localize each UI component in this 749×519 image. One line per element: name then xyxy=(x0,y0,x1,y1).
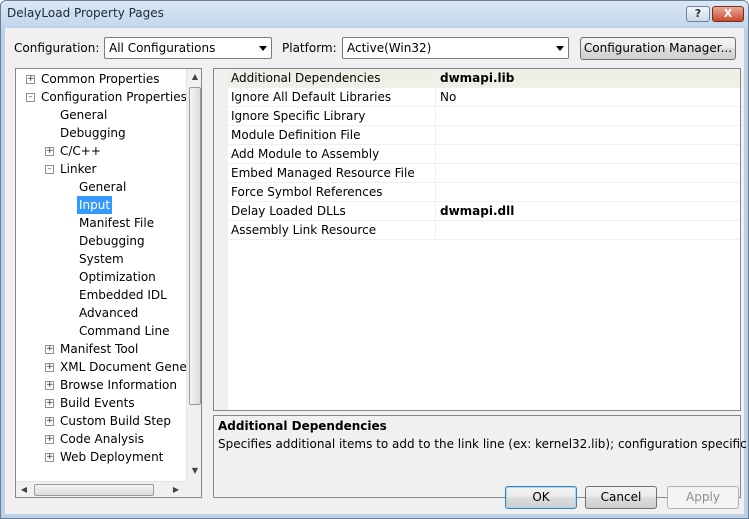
column-divider xyxy=(435,164,436,183)
grid-gutter xyxy=(214,69,228,410)
property-tree[interactable]: + Common Properties - Configuration Propert… xyxy=(15,68,202,498)
close-button[interactable]: X xyxy=(712,6,744,22)
tree-item-label: Browse Information xyxy=(60,378,177,392)
column-divider xyxy=(435,69,436,88)
tree-item-label: Web Deployment xyxy=(60,450,164,464)
property-row[interactable]: Assembly Link Resource xyxy=(228,221,740,240)
column-divider xyxy=(435,126,436,145)
expand-icon[interactable]: + xyxy=(45,381,54,390)
expand-icon[interactable]: + xyxy=(45,363,54,372)
property-name: Force Symbol References xyxy=(231,185,383,199)
property-row[interactable]: Additional Dependencies dwmapi.lib xyxy=(228,69,740,88)
scroll-corner xyxy=(186,481,201,497)
column-divider xyxy=(435,88,436,107)
apply-button[interactable]: Apply xyxy=(667,486,739,509)
tree-item-label: General xyxy=(79,180,127,194)
description-title: Additional Dependencies xyxy=(218,419,387,433)
tree-item-label: XML Document Genera xyxy=(60,360,200,374)
tree-item-label: Input xyxy=(77,196,113,214)
property-name: Add Module to Assembly xyxy=(231,147,380,161)
scroll-up-icon[interactable]: ▲ xyxy=(187,69,201,85)
expand-icon[interactable]: + xyxy=(45,417,54,426)
scroll-left-icon[interactable]: ◀ xyxy=(16,482,32,497)
chevron-down-icon xyxy=(259,46,267,51)
property-row[interactable]: Ignore Specific Library xyxy=(228,107,740,126)
property-grid[interactable]: Additional Dependencies dwmapi.lib Ignore … xyxy=(213,68,741,411)
expand-icon[interactable]: + xyxy=(26,75,35,84)
column-divider xyxy=(435,202,436,221)
column-divider xyxy=(435,145,436,164)
scroll-thumb[interactable] xyxy=(189,87,201,405)
property-name: Embed Managed Resource File xyxy=(231,166,415,180)
scroll-down-icon[interactable]: ▼ xyxy=(187,463,201,479)
tree-item-label: System xyxy=(79,252,124,266)
expand-icon[interactable]: + xyxy=(45,345,54,354)
description-panel: Additional Dependencies Specifies additi… xyxy=(213,415,748,498)
tree-item-label: Command Line xyxy=(79,324,170,338)
column-divider xyxy=(435,107,436,126)
tree-item-label: Debugging xyxy=(79,234,145,248)
expand-icon[interactable]: + xyxy=(45,147,54,156)
configuration-manager-button[interactable]: Configuration Manager... xyxy=(580,37,736,60)
property-name: Ignore Specific Library xyxy=(231,109,366,123)
property-name: Additional Dependencies xyxy=(231,71,381,85)
tree-item-label: Optimization xyxy=(79,270,156,284)
configuration-label: Configuration: xyxy=(14,41,100,55)
tree-item-label: Build Events xyxy=(60,396,135,410)
tree-item-label: Common Properties xyxy=(41,72,160,86)
expand-icon[interactable]: + xyxy=(45,399,54,408)
dialog-client: Configuration: All Configurations Platfo… xyxy=(5,28,748,514)
chevron-down-icon xyxy=(556,46,564,51)
tree-item-label: General xyxy=(60,108,108,122)
scroll-thumb[interactable] xyxy=(34,484,154,496)
tree-item-label: Advanced xyxy=(79,306,139,320)
property-name: Delay Loaded DLLs xyxy=(231,204,346,218)
column-divider xyxy=(435,221,436,240)
tree-item-label: Configuration Properties xyxy=(41,90,187,104)
platform-label: Platform: xyxy=(282,41,337,55)
column-divider xyxy=(435,183,436,202)
configuration-select[interactable]: All Configurations xyxy=(104,37,272,59)
tree-item-label: Custom Build Step xyxy=(60,414,172,428)
tree-horizontal-scrollbar[interactable]: ◀ ▶ xyxy=(16,481,186,497)
window-title: DelayLoad Property Pages xyxy=(7,6,164,20)
scroll-right-icon[interactable]: ▶ xyxy=(168,482,184,497)
tree-item-label: Manifest File xyxy=(79,216,155,230)
configuration-value: All Configurations xyxy=(109,41,216,55)
help-button[interactable]: ? xyxy=(686,6,710,22)
property-row[interactable]: Ignore All Default Libraries No xyxy=(228,88,740,107)
property-row[interactable]: Delay Loaded DLLs dwmapi.dll xyxy=(228,202,740,221)
property-value[interactable]: dwmapi.dll xyxy=(440,204,514,218)
property-name: Module Definition File xyxy=(231,128,361,142)
expand-icon[interactable]: + xyxy=(45,453,54,462)
property-row[interactable]: Add Module to Assembly xyxy=(228,145,740,164)
property-row[interactable]: Force Symbol References xyxy=(228,183,740,202)
expand-icon[interactable]: + xyxy=(45,435,54,444)
tree-item-label: Debugging xyxy=(60,126,126,140)
property-row[interactable]: Module Definition File xyxy=(228,126,740,145)
property-value[interactable]: dwmapi.lib xyxy=(440,71,514,85)
property-name: Assembly Link Resource xyxy=(231,223,377,237)
tree-item-label: C/C++ xyxy=(60,144,101,158)
cancel-button[interactable]: Cancel xyxy=(585,486,657,509)
collapse-icon[interactable]: - xyxy=(26,93,35,102)
property-name: Ignore All Default Libraries xyxy=(231,90,392,104)
tree-item-label: Manifest Tool xyxy=(60,342,139,356)
tree-vertical-scrollbar[interactable]: ▲ ▼ xyxy=(186,69,201,481)
ok-button[interactable]: OK xyxy=(505,486,577,509)
platform-value: Active(Win32) xyxy=(347,41,432,55)
tree-item-label: Code Analysis xyxy=(60,432,144,446)
tree-item-label: Embedded IDL xyxy=(79,288,167,302)
collapse-icon[interactable]: - xyxy=(45,165,54,174)
platform-select[interactable]: Active(Win32) xyxy=(342,37,569,59)
property-value[interactable]: No xyxy=(440,90,456,104)
property-row[interactable]: Embed Managed Resource File xyxy=(228,164,740,183)
description-text: Specifies additional items to add to the… xyxy=(218,437,749,451)
tree-item-label: Linker xyxy=(60,162,97,176)
property-pages-window: DelayLoad Property Pages ? X Configurati… xyxy=(0,0,749,519)
title-bar: DelayLoad Property Pages ? X xyxy=(1,1,748,27)
